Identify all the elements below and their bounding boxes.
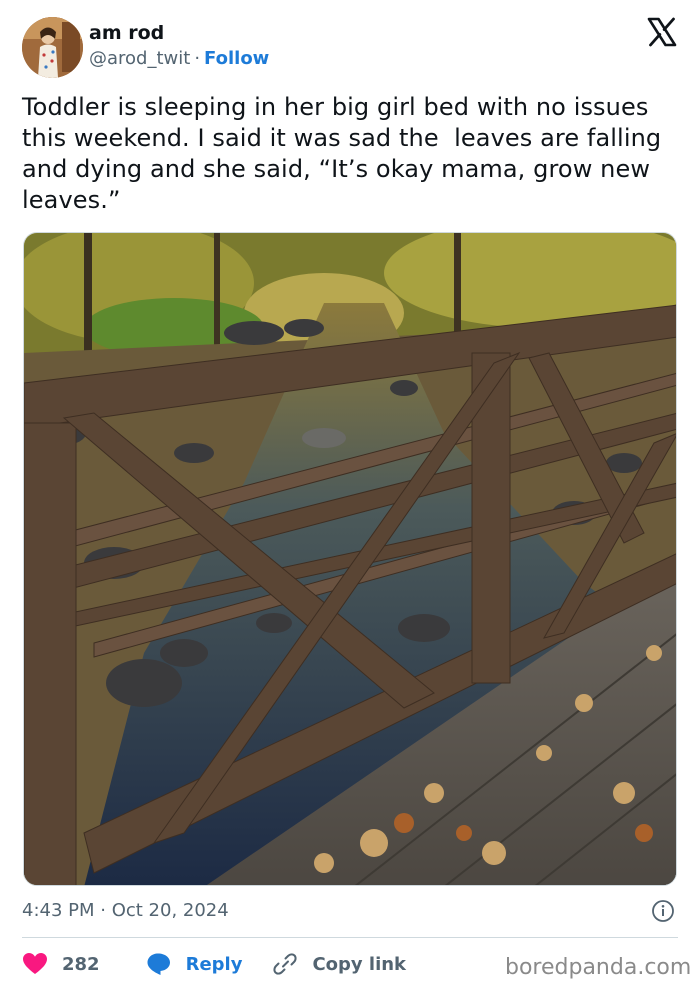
like-button[interactable]: 282 — [22, 952, 100, 976]
info-icon[interactable] — [651, 899, 675, 923]
author-handle-row: @arod_twit · Follow — [89, 48, 269, 69]
reply-label: Reply — [185, 953, 243, 975]
reply-button[interactable]: Reply — [146, 952, 243, 976]
tweet-text: Toddler is sleeping in her big girl bed … — [22, 93, 669, 214]
author-handle[interactable]: @arod_twit — [89, 48, 190, 69]
tweet-card: am rod @arod_twit · Follow Toddler is slee… — [0, 0, 700, 990]
avatar[interactable] — [22, 17, 83, 78]
reply-bubble-icon — [147, 953, 170, 975]
author-name[interactable]: am rod — [89, 22, 164, 44]
tweet-photo[interactable] — [23, 232, 677, 886]
divider — [22, 937, 678, 938]
like-count: 282 — [62, 953, 100, 975]
follow-button[interactable]: Follow — [204, 48, 269, 69]
copy-link-button[interactable]: Copy link — [272, 952, 406, 976]
link-icon — [273, 953, 297, 975]
x-logo-icon[interactable] — [646, 16, 678, 48]
heart-icon — [23, 953, 47, 974]
action-bar: 282 Reply Copy link — [22, 949, 406, 979]
copy-link-label: Copy link — [312, 953, 407, 975]
separator-dot: · — [194, 48, 201, 69]
watermark: boredpanda.com — [505, 955, 692, 980]
tweet-timestamp[interactable]: 4:43 PM · Oct 20, 2024 — [22, 900, 229, 921]
